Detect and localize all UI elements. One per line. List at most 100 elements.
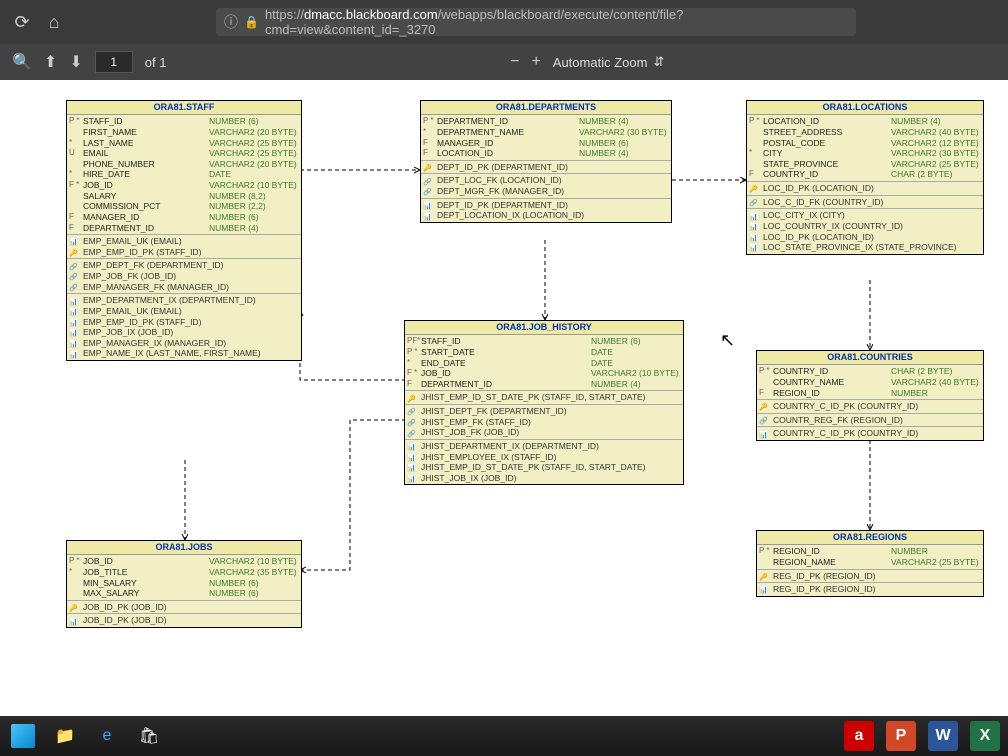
column-row: *CITYVARCHAR2 (30 BYTE)	[747, 148, 983, 159]
column-row: SALARYNUMBER (8,2)	[67, 191, 301, 202]
table-title: ORA81.JOB_HISTORY	[405, 321, 683, 335]
home-icon[interactable]: ⌂	[44, 12, 64, 32]
zoom-out-icon[interactable]: −	[510, 53, 519, 71]
table-countries: ORA81.COUNTRIES P *COUNTRY_IDCHAR (2 BYT…	[756, 350, 984, 441]
column-row: STATE_PROVINCEVARCHAR2 (25 BYTE)	[747, 159, 983, 170]
column-row: UEMAILVARCHAR2 (25 BYTE)	[67, 148, 301, 159]
index-row: JHIST_DEPT_FK (DEPARTMENT_ID)	[405, 406, 683, 417]
index-row: LOC_CITY_IX (CITY)	[747, 210, 983, 221]
search-icon[interactable]: 🔍	[12, 52, 32, 72]
index-row: EMP_EMP_ID_PK (STAFF_ID)	[67, 247, 301, 258]
lock-icon: 🔒	[244, 15, 259, 29]
column-row: COUNTRY_NAMEVARCHAR2 (40 BYTE)	[757, 377, 983, 388]
page-input[interactable]	[95, 51, 133, 73]
column-row: FDEPARTMENT_IDNUMBER (4)	[405, 379, 683, 390]
index-row: JHIST_EMP_ID_ST_DATE_PK (STAFF_ID, START…	[405, 392, 683, 403]
index-row: JHIST_EMP_ID_ST_DATE_PK (STAFF_ID, START…	[405, 462, 683, 473]
column-row: MAX_SALARYNUMBER (6)	[67, 588, 301, 599]
windows-taskbar: 📁 e 🛍 a P W X	[0, 716, 1008, 756]
index-row: DEPT_MGR_FK (MANAGER_ID)	[421, 186, 671, 197]
column-row: P *STAFF_IDNUMBER (6)	[67, 116, 301, 127]
erd-canvas: ORA81.STAFF P *STAFF_IDNUMBER (6)FIRST_N…	[0, 80, 1008, 756]
index-row: EMP_MANAGER_IX (MANAGER_ID)	[67, 338, 301, 349]
index-row: JHIST_EMP_FK (STAFF_ID)	[405, 417, 683, 428]
page-of-label: of 1	[145, 55, 167, 70]
index-row: EMP_DEPT_FK (DEPARTMENT_ID)	[67, 260, 301, 271]
index-row: LOC_STATE_PROVINCE_IX (STATE_PROVINCE)	[747, 242, 983, 253]
index-row: EMP_EMAIL_UK (EMAIL)	[67, 306, 301, 317]
index-row: JOB_ID_PK (JOB_ID)	[67, 602, 301, 613]
browser-bar: ⟳ ⌂ ⓘ 🔒 https://dmacc.blackboard.com/web…	[0, 0, 1008, 44]
index-row: LOC_ID_PK (LOCATION_ID)	[747, 232, 983, 243]
index-row: EMP_DEPARTMENT_IX (DEPARTMENT_ID)	[67, 295, 301, 306]
table-title: ORA81.DEPARTMENTS	[421, 101, 671, 115]
column-row: FLOCATION_IDNUMBER (4)	[421, 148, 671, 159]
index-row: EMP_NAME_IX (LAST_NAME, FIRST_NAME)	[67, 348, 301, 359]
table-title: ORA81.REGIONS	[757, 531, 983, 545]
column-row: FIRST_NAMEVARCHAR2 (20 BYTE)	[67, 127, 301, 138]
excel-icon[interactable]: X	[970, 721, 1000, 751]
column-row: FDEPARTMENT_IDNUMBER (4)	[67, 223, 301, 234]
index-row: LOC_ID_PK (LOCATION_ID)	[747, 183, 983, 194]
index-row: DEPT_ID_PK (DEPARTMENT_ID)	[421, 162, 671, 173]
column-row: *HIRE_DATEDATE	[67, 169, 301, 180]
column-row: P *DEPARTMENT_IDNUMBER (4)	[421, 116, 671, 127]
column-row: *LAST_NAMEVARCHAR2 (25 BYTE)	[67, 138, 301, 149]
table-staff: ORA81.STAFF P *STAFF_IDNUMBER (6)FIRST_N…	[66, 100, 302, 361]
column-row: COMMISSION_PCTNUMBER (2,2)	[67, 201, 301, 212]
page-up-icon[interactable]: ⬆	[44, 52, 57, 72]
column-row: *JOB_TITLEVARCHAR2 (35 BYTE)	[67, 567, 301, 578]
column-row: MIN_SALARYNUMBER (6)	[67, 578, 301, 589]
table-title: ORA81.STAFF	[67, 101, 301, 115]
table-jobs: ORA81.JOBS P *JOB_IDVARCHAR2 (10 BYTE)*J…	[66, 540, 302, 628]
word-icon[interactable]: W	[928, 721, 958, 751]
index-row: DEPT_ID_PK (DEPARTMENT_ID)	[421, 200, 671, 211]
pdf-toolbar: 🔍 ⬆ ⬇ of 1 − + Automatic Zoom ⇵	[0, 44, 1008, 80]
column-row: PHONE_NUMBERVARCHAR2 (20 BYTE)	[67, 159, 301, 170]
column-row: P *COUNTRY_IDCHAR (2 BYTE)	[757, 366, 983, 377]
app-icon-a[interactable]: a	[844, 721, 874, 751]
table-title: ORA81.JOBS	[67, 541, 301, 555]
index-row: JOB_ID_PK (JOB_ID)	[67, 615, 301, 626]
zoom-select[interactable]: Automatic Zoom ⇵	[553, 54, 665, 70]
reload-icon[interactable]: ⟳	[12, 12, 32, 32]
page-down-icon[interactable]: ⬇	[69, 52, 82, 72]
column-row: P *JOB_IDVARCHAR2 (10 BYTE)	[67, 556, 301, 567]
index-row: JHIST_DEPARTMENT_IX (DEPARTMENT_ID)	[405, 441, 683, 452]
index-row: EMP_MANAGER_FK (MANAGER_ID)	[67, 282, 301, 293]
column-row: P *LOCATION_IDNUMBER (4)	[747, 116, 983, 127]
start-icon[interactable]	[8, 721, 38, 751]
table-departments: ORA81.DEPARTMENTS P *DEPARTMENT_IDNUMBER…	[420, 100, 672, 223]
index-row: EMP_JOB_IX (JOB_ID)	[67, 327, 301, 338]
index-row: LOC_COUNTRY_IX (COUNTRY_ID)	[747, 221, 983, 232]
store-icon[interactable]: 🛍	[134, 721, 164, 751]
column-row: STREET_ADDRESSVARCHAR2 (40 BYTE)	[747, 127, 983, 138]
index-row: REG_ID_PK (REGION_ID)	[757, 571, 983, 582]
index-row: DEPT_LOCATION_IX (LOCATION_ID)	[421, 210, 671, 221]
column-row: F *JOB_IDVARCHAR2 (10 BYTE)	[67, 180, 301, 191]
index-row: COUNTRY_C_ID_PK (COUNTRY_ID)	[757, 401, 983, 412]
column-row: FMANAGER_IDNUMBER (6)	[67, 212, 301, 223]
zoom-in-icon[interactable]: +	[531, 53, 540, 71]
table-title: ORA81.COUNTRIES	[757, 351, 983, 365]
file-explorer-icon[interactable]: 📁	[50, 721, 80, 751]
powerpoint-icon[interactable]: P	[886, 721, 916, 751]
index-row: EMP_EMP_ID_PK (STAFF_ID)	[67, 317, 301, 328]
column-row: *END_DATEDATE	[405, 358, 683, 369]
table-regions: ORA81.REGIONS P *REGION_IDNUMBERREGION_N…	[756, 530, 984, 597]
column-row: F *JOB_IDVARCHAR2 (10 BYTE)	[405, 368, 683, 379]
edge-icon[interactable]: e	[92, 721, 122, 751]
url-text: https://dmacc.blackboard.com/webapps/bla…	[265, 7, 848, 37]
index-row: COUNTR_REG_FK (REGION_ID)	[757, 415, 983, 426]
index-row: COUNTRY_C_ID_PK (COUNTRY_ID)	[757, 428, 983, 439]
url-bar[interactable]: ⓘ 🔒 https://dmacc.blackboard.com/webapps…	[216, 8, 856, 36]
chevron-up-down-icon: ⇵	[653, 54, 664, 70]
index-row: JHIST_JOB_FK (JOB_ID)	[405, 427, 683, 438]
column-row: P *START_DATEDATE	[405, 347, 683, 358]
mouse-cursor-icon: ↖	[720, 330, 735, 351]
column-row: POSTAL_CODEVARCHAR2 (12 BYTE)	[747, 138, 983, 149]
info-icon: ⓘ	[224, 12, 238, 32]
column-row: FCOUNTRY_IDCHAR (2 BYTE)	[747, 169, 983, 180]
column-row: PF*STAFF_IDNUMBER (6)	[405, 336, 683, 347]
column-row: P *REGION_IDNUMBER	[757, 546, 983, 557]
